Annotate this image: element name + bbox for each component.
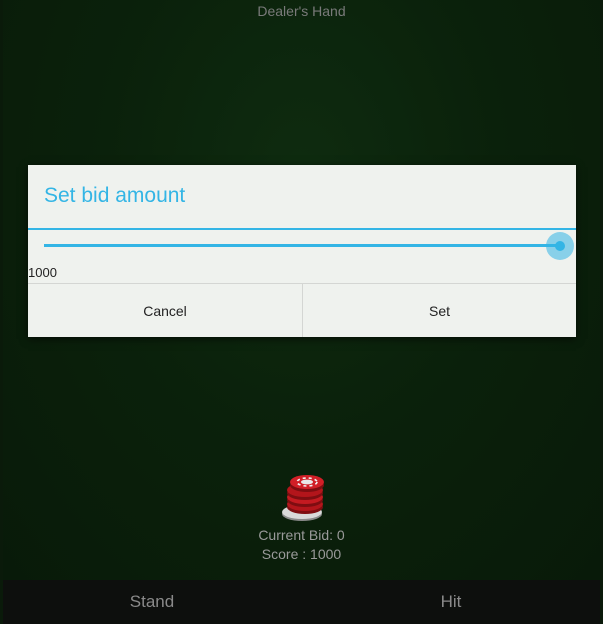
title-divider: [28, 228, 576, 230]
cancel-button[interactable]: Cancel: [28, 284, 302, 337]
slider-thumb[interactable]: [555, 241, 565, 251]
poker-chip-stack-icon: [282, 475, 324, 521]
current-bid-label: Current Bid: 0: [258, 527, 345, 543]
game-screen: Dealer's Hand Set bid amount 1000 Cancel…: [0, 0, 603, 624]
dealer-hand-label: Dealer's Hand: [257, 3, 346, 19]
slider-track[interactable]: [44, 244, 560, 247]
slider-value-label: 1000: [28, 265, 57, 280]
stand-button[interactable]: Stand: [3, 580, 301, 624]
hit-button[interactable]: Hit: [302, 580, 600, 624]
set-bid-dialog: Set bid amount 1000 Cancel Set: [28, 165, 576, 337]
action-bar: Stand Hit: [3, 580, 600, 624]
bid-slider[interactable]: [44, 231, 576, 261]
dialog-title: Set bid amount: [44, 184, 186, 207]
score-label: Score : 1000: [261, 546, 342, 562]
set-button[interactable]: Set: [303, 284, 576, 337]
